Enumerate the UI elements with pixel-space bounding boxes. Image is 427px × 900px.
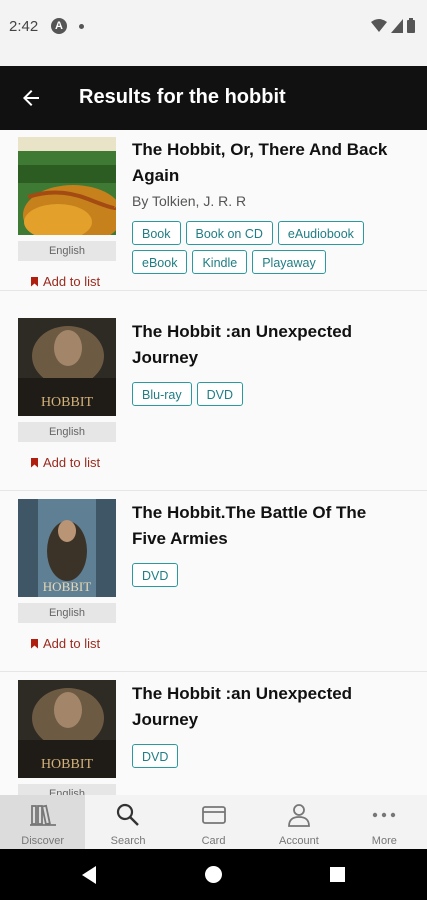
svg-text:HOBBIT: HOBBIT (41, 757, 94, 772)
list-item[interactable]: English Add to list The Hobbit, Or, Ther… (0, 130, 427, 291)
movie-cover-image[interactable]: HOBBIT (18, 318, 116, 416)
format-list: Book Book on CD eAudiobook eBook Kindle … (132, 221, 412, 274)
movie-cover-image[interactable]: HOBBIT (18, 680, 116, 778)
bookmark-icon (31, 276, 38, 287)
format-list: DVD (132, 744, 412, 768)
search-icon (117, 803, 139, 826)
card-icon (201, 806, 226, 824)
book-cover-image[interactable] (18, 137, 116, 235)
nav-card[interactable]: Card (171, 795, 256, 849)
back-triangle-icon[interactable] (82, 866, 96, 884)
item-title[interactable]: The Hobbit :an Unexpected Journey (132, 319, 402, 371)
add-to-list-button[interactable]: Add to list (31, 636, 100, 651)
page-title: Results for the hobbit (79, 86, 286, 108)
list-item[interactable]: HOBBIT English Add to list The Hobbit :a… (0, 310, 427, 491)
account-icon (288, 804, 310, 827)
list-item[interactable]: HOBBIT English Add to list The Hobbit.Th… (0, 491, 427, 672)
signal-icon (391, 18, 403, 33)
status-bar: 2:42 A (0, 0, 427, 66)
bookmark-icon (31, 457, 38, 468)
format-button-ebook[interactable]: eBook (132, 250, 188, 274)
home-circle-icon[interactable] (205, 866, 222, 883)
nav-card-label: Card (201, 835, 226, 847)
recents-square-icon[interactable] (330, 867, 345, 882)
language-badge: English (18, 241, 116, 261)
format-button-book-on-cd[interactable]: Book on CD (185, 221, 273, 245)
nav-account[interactable]: Account (256, 795, 341, 849)
nav-discover[interactable]: Discover (0, 795, 86, 849)
format-button-blu-ray[interactable]: Blu-ray (132, 382, 192, 406)
add-to-list-label: Add to list (43, 274, 101, 289)
nav-search[interactable]: Search (85, 795, 170, 849)
format-button-kindle[interactable]: Kindle (192, 250, 248, 274)
format-button-dvd[interactable]: DVD (196, 382, 243, 406)
back-arrow-icon[interactable] (19, 86, 43, 110)
notification-a-icon: A (51, 18, 67, 34)
language-badge: English (18, 784, 116, 795)
language-badge: English (18, 422, 116, 442)
list-item[interactable]: HOBBIT English The Hobbit :an Unexpected… (0, 672, 427, 795)
library-books-icon (29, 804, 56, 826)
format-button-dvd[interactable]: DVD (132, 744, 179, 768)
nav-search-label: Search (110, 835, 146, 847)
system-icons (371, 18, 415, 33)
notification-dot-icon (79, 24, 84, 29)
item-title[interactable]: The Hobbit, Or, There And Back Again (132, 137, 402, 189)
nav-account-label: Account (279, 835, 319, 847)
bookmark-icon (31, 638, 38, 649)
format-button-playaway[interactable]: Playaway (252, 250, 326, 274)
format-list: DVD (132, 563, 412, 587)
format-button-book[interactable]: Book (132, 221, 181, 245)
nav-more[interactable]: More (342, 795, 427, 849)
add-to-list-label: Add to list (43, 636, 101, 651)
format-button-eaudiobook[interactable]: eAudiobook (277, 221, 364, 245)
more-dots-icon (373, 812, 396, 818)
format-button-dvd[interactable]: DVD (132, 563, 179, 587)
item-title[interactable]: The Hobbit :an Unexpected Journey (132, 681, 402, 733)
wifi-icon (371, 18, 387, 32)
add-to-list-button[interactable]: Add to list (31, 455, 100, 470)
add-to-list-label: Add to list (43, 455, 101, 470)
format-list: Blu-ray DVD (132, 382, 412, 406)
bottom-navigation: Discover Search Card Account More (0, 795, 427, 849)
system-navigation-bar (0, 849, 427, 900)
battery-icon (407, 18, 415, 33)
nav-more-label: More (371, 835, 397, 847)
item-title[interactable]: The Hobbit.The Battle Of The Five Armies (132, 500, 402, 552)
add-to-list-button[interactable]: Add to list (31, 274, 100, 289)
svg-text:HOBBIT: HOBBIT (43, 579, 91, 594)
results-list[interactable]: English Add to list The Hobbit, Or, Ther… (0, 130, 427, 795)
app-bar: Results for the hobbit (0, 66, 427, 130)
nav-discover-label: Discover (21, 835, 65, 847)
language-badge: English (18, 603, 116, 623)
item-author: By Tolkien, J. R. R (132, 193, 247, 209)
status-time: 2:42 (9, 18, 39, 35)
svg-text:HOBBIT: HOBBIT (41, 395, 94, 410)
movie-cover-image[interactable]: HOBBIT (18, 499, 116, 597)
